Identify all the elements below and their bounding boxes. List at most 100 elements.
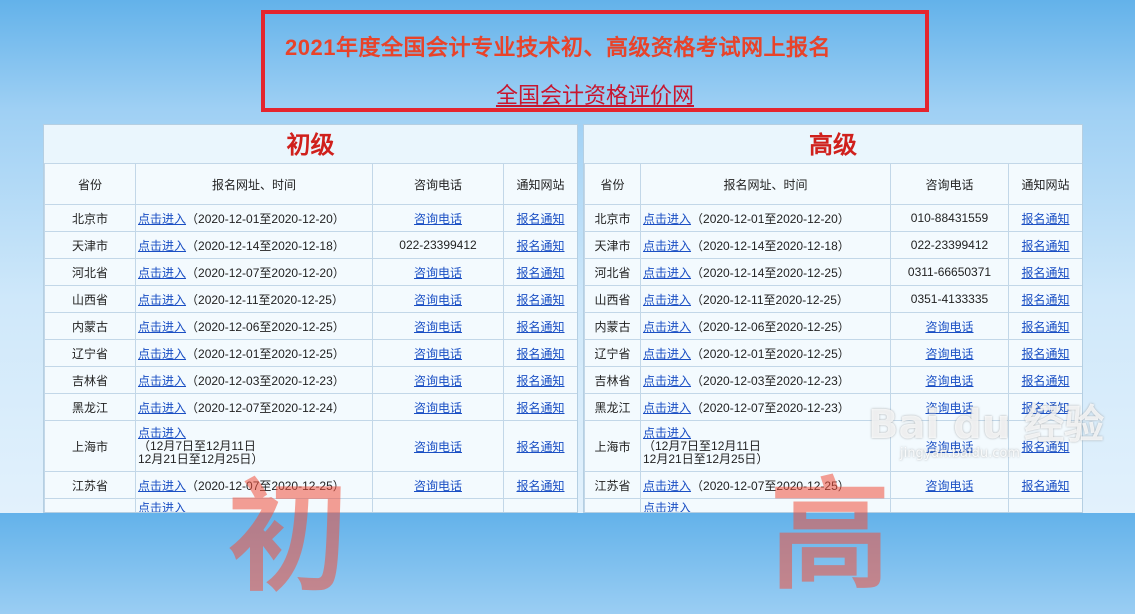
enter-link[interactable]: 点击进入 [138,501,186,512]
enter-link[interactable]: 点击进入 [643,239,691,253]
url-time-cell: 点击进入 [135,498,373,512]
enter-link[interactable]: 点击进入 [138,347,186,361]
phone-link[interactable]: 咨询电话 [414,266,462,280]
notice-link[interactable]: 报名通知 [1021,479,1069,493]
phone-link[interactable]: 咨询电话 [414,347,462,361]
province-cell: 山西省 [584,285,641,313]
phone-cell [890,498,1009,512]
phone-link[interactable]: 咨询电话 [414,440,462,454]
phone-link[interactable]: 咨询电话 [414,374,462,388]
phone-link[interactable]: 咨询电话 [414,479,462,493]
enter-link[interactable]: 点击进入 [138,426,372,440]
col-url-time: 报名网址、时间 [640,163,891,205]
enter-link[interactable]: 点击进入 [138,293,186,307]
province-cell: 内蒙古 [584,312,641,340]
enter-link[interactable]: 点击进入 [643,320,691,334]
notice-link[interactable]: 报名通知 [516,212,564,226]
notice-cell: 报名通知 [1008,312,1082,340]
table-row: 辽宁省 点击进入（2020-12-01至2020-12-25） 咨询电话 报名通知 [584,339,1082,367]
url-time-cell: 点击进入（2020-12-03至2020-12-23） [640,366,891,394]
table-row: 吉林省 点击进入（2020-12-03至2020-12-23） 咨询电话 报名通知 [44,366,577,394]
date-range: （2020-12-07至2020-12-20） [186,265,345,280]
notice-link[interactable]: 报名通知 [1021,239,1069,253]
notice-cell: 报名通知 [503,366,577,394]
province-cell: 上海市 [44,420,136,472]
province-cell: 北京市 [584,204,641,232]
enter-link[interactable]: 点击进入 [643,426,890,440]
url-time-cell: 点击进入（2020-12-14至2020-12-18） [135,231,373,259]
enter-link[interactable]: 点击进入 [138,239,186,253]
enter-link[interactable]: 点击进入 [138,266,186,280]
table-row: 北京市 点击进入（2020-12-01至2020-12-20） 咨询电话 报名通知 [44,204,577,232]
phone-link[interactable]: 咨询电话 [414,320,462,334]
junior-title: 初级 [286,132,335,159]
table-row: 江苏省 点击进入（2020-12-07至2020-12-25） 咨询电话 报名通知 [44,471,577,499]
enter-link[interactable]: 点击进入 [138,374,186,388]
province-cell: 河北省 [584,258,641,286]
phone-link[interactable]: 咨询电话 [925,320,973,334]
enter-link[interactable]: 点击进入 [138,212,186,226]
table-row: 河北省 点击进入（2020-12-07至2020-12-20） 咨询电话 报名通知 [44,258,577,286]
notice-link[interactable]: 报名通知 [1021,212,1069,226]
notice-link[interactable]: 报名通知 [516,266,564,280]
notice-link[interactable]: 报名通知 [1021,320,1069,334]
notice-link[interactable]: 报名通知 [516,320,564,334]
accounting-site-link[interactable]: 全国会计资格评价网 [265,78,925,110]
phone-link[interactable]: 咨询电话 [414,212,462,226]
phone-link[interactable]: 咨询电话 [414,401,462,415]
phone-link[interactable]: 咨询电话 [414,293,462,307]
phone-link[interactable]: 咨询电话 [925,374,973,388]
enter-link[interactable]: 点击进入 [643,374,691,388]
notice-cell: 报名通知 [1008,366,1082,394]
phone-cell: 咨询电话 [372,471,504,499]
phone-cell: 022-23399412 [372,231,504,259]
url-time-cell: 点击进入（2020-12-01至2020-12-20） [640,204,891,232]
notice-link[interactable]: 报名通知 [516,374,564,388]
phone-cell: 022-23399412 [890,231,1009,259]
phone-cell: 咨询电话 [372,393,504,421]
url-time-cell: 点击进入（2020-12-11至2020-12-25） [135,285,373,313]
notice-link[interactable]: 报名通知 [516,401,564,415]
notice-link[interactable]: 报名通知 [1021,293,1069,307]
phone-link[interactable]: 咨询电话 [925,347,973,361]
notice-link[interactable]: 报名通知 [516,479,564,493]
notice-link[interactable]: 报名通知 [1021,266,1069,280]
enter-link[interactable]: 点击进入 [643,212,691,226]
province-cell [584,498,641,512]
enter-link[interactable]: 点击进入 [138,320,186,334]
province-cell: 江苏省 [44,471,136,499]
enter-link[interactable]: 点击进入 [643,293,691,307]
enter-link[interactable]: 点击进入 [643,479,691,493]
junior-panel: 初级 省份 报名网址、时间 咨询电话 通知网站 北京市 点击进入（2020-12-… [43,124,578,513]
phone-cell: 咨询电话 [372,366,504,394]
notice-link[interactable]: 报名通知 [1021,347,1069,361]
province-cell: 辽宁省 [584,339,641,367]
col-phone: 咨询电话 [890,163,1009,205]
url-time-cell: 点击进入（2020-12-07至2020-12-24） [135,393,373,421]
date-range: （2020-12-14至2020-12-25） [691,265,850,280]
url-time-cell: 点击进入（2020-12-11至2020-12-25） [640,285,891,313]
phone-cell: 咨询电话 [890,471,1009,499]
notice-link[interactable]: 报名通知 [516,293,564,307]
phone-link[interactable]: 咨询电话 [925,479,973,493]
phone-cell: 咨询电话 [890,366,1009,394]
phone-cell: 0311-66650371 [890,258,1009,286]
enter-link[interactable]: 点击进入 [643,347,691,361]
notice-cell: 报名通知 [503,420,577,472]
phone-cell: 咨询电话 [372,285,504,313]
enter-link[interactable]: 点击进入 [643,501,691,512]
enter-link[interactable]: 点击进入 [138,479,186,493]
notice-link[interactable]: 报名通知 [516,440,564,454]
enter-link[interactable]: 点击进入 [643,266,691,280]
notice-link[interactable]: 报名通知 [1021,374,1069,388]
notice-link[interactable]: 报名通知 [516,239,564,253]
date-range: （2020-12-11至2020-12-25） [691,292,849,307]
date-range: （2020-12-06至2020-12-25） [691,319,850,334]
url-time-cell: 点击进入 （12月7日至12月11日 12月21日至12月25日） [135,420,373,472]
url-time-cell: 点击进入（2020-12-06至2020-12-25） [640,312,891,340]
col-province: 省份 [44,163,136,205]
notice-link[interactable]: 报名通知 [516,347,564,361]
notice-cell: 报名通知 [503,285,577,313]
enter-link[interactable]: 点击进入 [643,401,691,415]
enter-link[interactable]: 点击进入 [138,401,186,415]
